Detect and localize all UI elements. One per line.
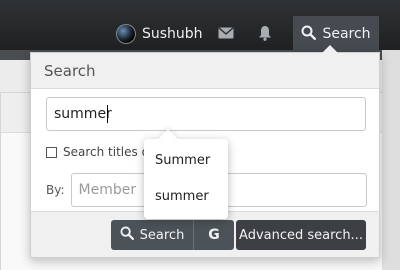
google-icon: G — [208, 227, 220, 243]
suggestion-item[interactable]: Summer — [155, 153, 210, 168]
autocomplete-popup: Summer summer — [144, 129, 228, 219]
titles-only-checkbox[interactable] — [46, 146, 57, 158]
by-label: By: — [46, 183, 65, 197]
dropdown-title: Search — [31, 53, 379, 89]
advanced-search-label: Advanced search... — [239, 227, 363, 243]
advanced-search-button[interactable]: Advanced search... — [236, 220, 366, 250]
titles-only-option[interactable]: Search titles o — [46, 145, 149, 159]
user-menu[interactable]: Sushubh — [106, 16, 213, 52]
suggestion-item[interactable]: summer — [155, 189, 209, 204]
bell-icon[interactable] — [255, 22, 275, 44]
dropdown-pointer — [322, 45, 338, 53]
header-search-label: Search — [322, 26, 371, 42]
avatar — [116, 24, 136, 44]
magnifier-icon — [301, 25, 317, 44]
titles-only-label: Search titles o — [63, 145, 149, 159]
envelope-icon[interactable] — [216, 22, 236, 44]
text-caret — [107, 105, 108, 123]
search-button[interactable]: Search — [111, 220, 193, 250]
google-search-button[interactable]: G — [193, 220, 234, 250]
search-input[interactable] — [46, 97, 366, 131]
magnifier-icon — [120, 226, 134, 244]
background-column — [382, 50, 400, 270]
username: Sushubh — [142, 26, 203, 42]
search-button-label: Search — [139, 227, 185, 243]
